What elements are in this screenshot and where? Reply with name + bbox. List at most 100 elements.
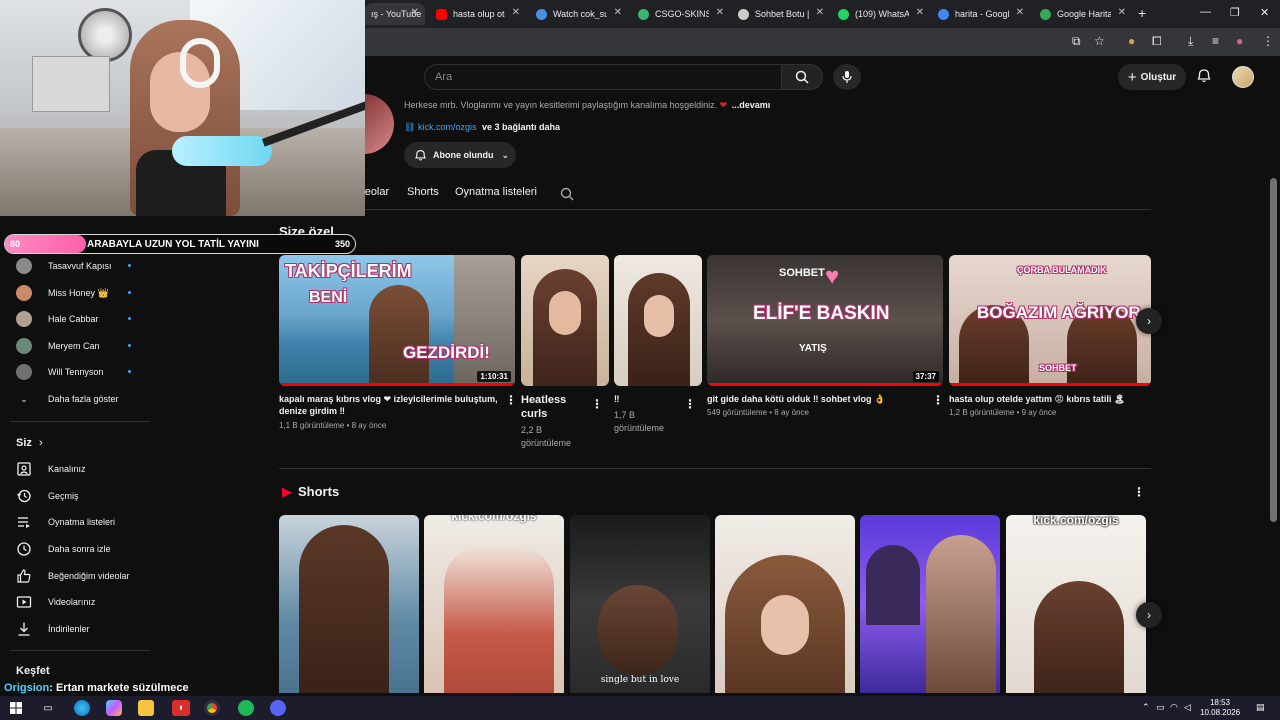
subscribed-button[interactable]: Abone olundu ⌄ [404, 142, 516, 168]
more-actions-icon[interactable]: ⋮ [684, 397, 696, 411]
more-actions-icon[interactable]: ⋮ [505, 393, 517, 407]
sidebar-item-your-videos[interactable]: Videolarınız [0, 589, 154, 615]
video-thumbnail[interactable] [521, 255, 609, 386]
channel-link[interactable]: kick.com/ozgis [418, 122, 477, 132]
volume-icon[interactable]: ◁ [1184, 702, 1191, 713]
sidebar-subscription[interactable]: Miss Honey 👑 [0, 280, 154, 306]
short-thumbnail[interactable]: kick.com/ozgis [424, 515, 564, 693]
tray-overflow-icon[interactable]: ⌃ [1142, 702, 1150, 713]
close-icon[interactable]: ✕ [916, 7, 924, 18]
search-button[interactable] [781, 64, 823, 90]
sidebar-subscription[interactable]: Will Tennyson [0, 359, 154, 385]
file-explorer-icon[interactable] [138, 700, 154, 716]
video-title[interactable]: kapalı maraş kıbrıs vlog ❤ izleyicilerim… [279, 393, 501, 417]
sidebar-item-channel[interactable]: Kanalınız [0, 456, 154, 482]
more-actions-icon[interactable]: ⋮ [932, 393, 944, 407]
video-title[interactable]: ‼ [614, 393, 678, 405]
extension-icon[interactable]: ● [1128, 34, 1135, 48]
tab-sohbet[interactable]: Sohbet Botu | V ✕ [732, 3, 830, 25]
video-thumbnail[interactable]: ÇORBA BULAMADIK BOĞAZIM AĞRIYOR SOHBET [949, 255, 1151, 386]
tab-youtube-channel[interactable]: ış - YouTube ✕ [365, 3, 425, 25]
windows-start-icon[interactable] [8, 700, 24, 716]
sidebar-item-watch-later[interactable]: Daha sonra izle [0, 536, 154, 562]
bookmark-star-icon[interactable]: ☆ [1094, 34, 1105, 48]
account-avatar[interactable] [1232, 66, 1254, 88]
tab-whatsapp[interactable]: (109) WhatsApp ✕ [832, 3, 930, 25]
sidebar-item-downloads[interactable]: İndirilenler [0, 616, 154, 642]
video-thumbnail[interactable] [614, 255, 702, 386]
more-actions-icon[interactable]: ⋮ [1133, 485, 1145, 499]
profile-icon[interactable]: ● [1236, 34, 1243, 48]
channel-description[interactable]: Herkese mrb. Vloglarımı ve yayın kesitle… [404, 100, 770, 111]
video-title[interactable]: hasta olup otelde yattım 😡 kıbrıs tatili… [949, 393, 1149, 405]
close-icon[interactable]: ✕ [816, 7, 824, 18]
more-actions-icon[interactable]: ⋮ [591, 397, 603, 411]
minimize-icon[interactable]: — [1200, 6, 1211, 18]
new-tab-button[interactable]: + [1138, 5, 1146, 21]
download-icon [18, 622, 30, 636]
video-title[interactable]: Heatless curls [521, 393, 585, 421]
copilot-icon[interactable] [106, 700, 122, 716]
voice-search-button[interactable] [833, 64, 861, 90]
tab-playlists[interactable]: Oynatma listeleri [455, 186, 537, 198]
short-thumbnail[interactable] [860, 515, 1000, 693]
video-duration: 1:10:31 [477, 371, 511, 382]
you-heading[interactable]: Siz › [16, 437, 43, 449]
notification-center-icon[interactable]: ▤ [1256, 702, 1265, 713]
menu-dots-icon[interactable]: ⋮ [1262, 34, 1274, 48]
cast-icon[interactable]: ⧉ [1072, 34, 1081, 49]
sidebar-item-playlists[interactable]: Oynatma listeleri [0, 509, 154, 535]
close-icon[interactable]: ✕ [512, 7, 520, 18]
close-icon[interactable]: ✕ [1118, 7, 1126, 18]
close-icon[interactable]: ✕ [614, 7, 622, 18]
sidebar-item-history[interactable]: Geçmiş [0, 483, 154, 509]
short-thumbnail[interactable] [279, 515, 419, 693]
short-thumbnail[interactable]: single but in love [570, 515, 710, 693]
clock-date: 10.08.2026 [1200, 708, 1241, 717]
heart-icon: ❤ [719, 100, 728, 110]
tab-shorts[interactable]: Shorts [407, 186, 439, 198]
page-scrollbar[interactable] [1270, 178, 1277, 522]
media-icon[interactable]: ≡ [1212, 34, 1219, 48]
discord-icon[interactable] [270, 700, 286, 716]
close-window-icon[interactable]: ✕ [1260, 6, 1269, 19]
video-thumbnail[interactable]: TAKİPÇİLERİM BENİ GEZDİRDİ! 1:10:31 [279, 255, 515, 386]
streaming-app-icon[interactable]: ▮ [172, 700, 190, 716]
notifications-bell-icon[interactable] [1196, 68, 1212, 84]
download-icon[interactable]: ⤓ [1188, 34, 1193, 49]
sidebar-subscription[interactable]: Hale Cabbar [0, 306, 154, 332]
thumbnail-overlay-text: ÇORBA BULAMADIK [1017, 265, 1107, 275]
sidebar-item-liked[interactable]: Beğendiğim videolar [0, 563, 154, 589]
sidebar-subscription[interactable]: Tasavvuf Kapısı [0, 253, 154, 279]
create-button[interactable]: + Oluştur [1118, 64, 1186, 90]
tab-harita[interactable]: harita - Google ✕ [932, 3, 1030, 25]
network-icon[interactable]: ▭ [1156, 702, 1165, 713]
more-link[interactable]: ...devamı [732, 100, 771, 110]
tab-watch[interactable]: Watch cok_suk ✕ [530, 3, 628, 25]
tab-hasta[interactable]: hasta olup otelde ✕ [430, 3, 526, 25]
next-arrow-button[interactable]: › [1136, 308, 1162, 334]
search-input[interactable]: Ara [424, 64, 782, 90]
close-icon[interactable]: ✕ [411, 7, 419, 18]
more-links[interactable]: ve 3 bağlantı daha [482, 122, 560, 132]
close-icon[interactable]: ✕ [1016, 7, 1024, 18]
short-thumbnail[interactable] [715, 515, 855, 693]
sidebar-subscription[interactable]: Meryem Can [0, 333, 154, 359]
next-arrow-button[interactable]: › [1136, 602, 1162, 628]
close-icon[interactable]: ✕ [716, 7, 724, 18]
spotify-icon[interactable] [238, 700, 254, 716]
puzzle-icon[interactable]: ⧠ [1152, 34, 1162, 49]
short-thumbnail[interactable]: kick.com/ozgis [1006, 515, 1146, 693]
chrome-browser-icon[interactable] [204, 700, 220, 716]
tab-google-maps[interactable]: Google Haritalar ✕ [1034, 3, 1132, 25]
taskbar-clock[interactable]: 18:53 10.08.2026 [1200, 698, 1240, 718]
task-view-icon[interactable]: ▭ [40, 700, 56, 716]
restore-icon[interactable]: ❐ [1230, 6, 1240, 19]
wifi-icon[interactable]: ◠ [1170, 702, 1178, 713]
video-title[interactable]: git gide daha kötü olduk ‼ sohbet vlog 👌 [707, 393, 929, 405]
show-more-button[interactable]: ⌄ Daha fazla göster [0, 386, 154, 412]
tab-csgo[interactable]: CSGO-SKINS.COM ✕ [632, 3, 730, 25]
edge-browser-icon[interactable] [74, 700, 90, 716]
channel-search-icon[interactable] [560, 187, 574, 201]
video-thumbnail[interactable]: ♥ SOHBET ELİF'E BASKIN YATIŞ 37:37 [707, 255, 943, 386]
